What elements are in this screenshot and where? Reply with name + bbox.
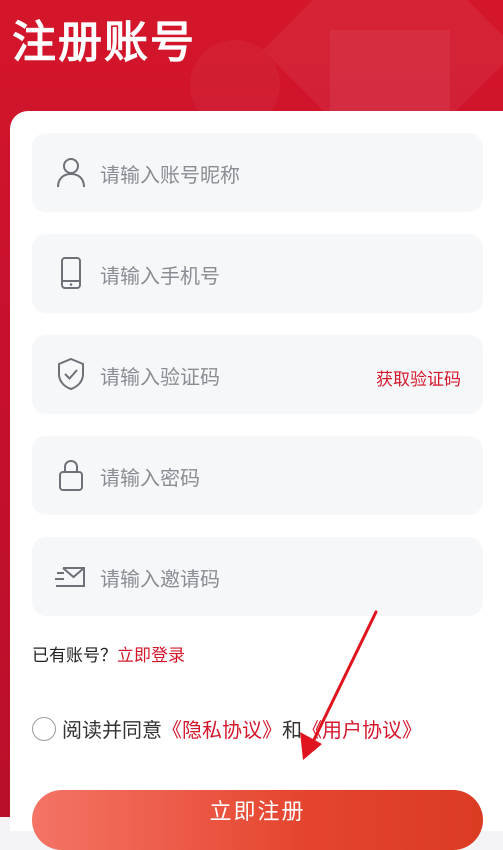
user-agreement-link[interactable]: 《用户协议》: [302, 718, 422, 742]
login-link[interactable]: 立即登录: [117, 646, 185, 666]
register-form-card: 请输入账号昵称 请输入手机号 请输入验证码 获取验证码 请输入密码 请输入邀请码…: [10, 111, 503, 850]
agree-text: 阅读并同意: [62, 718, 162, 742]
page-title: 注册账号: [12, 17, 196, 68]
invitation-code-field[interactable]: 请输入邀请码: [32, 537, 483, 616]
login-prompt: 已有账号？立即登录: [32, 641, 185, 666]
nickname-field[interactable]: 请输入账号昵称: [32, 133, 483, 212]
password-field[interactable]: 请输入密码: [32, 436, 483, 515]
verification-code-placeholder: 请输入验证码: [100, 365, 220, 389]
get-code-button[interactable]: 获取验证码: [376, 365, 461, 390]
mail-icon: [54, 559, 88, 593]
register-button[interactable]: 立即注册: [32, 790, 483, 850]
phone-icon: [54, 256, 88, 290]
phone-field[interactable]: 请输入手机号: [32, 234, 483, 313]
invitation-code-placeholder: 请输入邀请码: [100, 567, 220, 591]
agree-and-text: 和: [282, 718, 302, 742]
lock-icon: [54, 458, 88, 492]
nickname-placeholder: 请输入账号昵称: [100, 163, 240, 187]
verification-code-field[interactable]: 请输入验证码 获取验证码: [32, 335, 483, 414]
phone-placeholder: 请输入手机号: [100, 264, 220, 288]
shield-check-icon: [54, 357, 88, 391]
password-placeholder: 请输入密码: [100, 466, 200, 490]
privacy-policy-link[interactable]: 《隐私协议》: [162, 718, 282, 742]
user-icon: [54, 155, 88, 189]
login-prompt-text: 已有账号？: [32, 646, 117, 666]
agreement-row: 阅读并同意《隐私协议》和《用户协议》: [32, 714, 422, 742]
agree-radio[interactable]: [32, 716, 56, 741]
